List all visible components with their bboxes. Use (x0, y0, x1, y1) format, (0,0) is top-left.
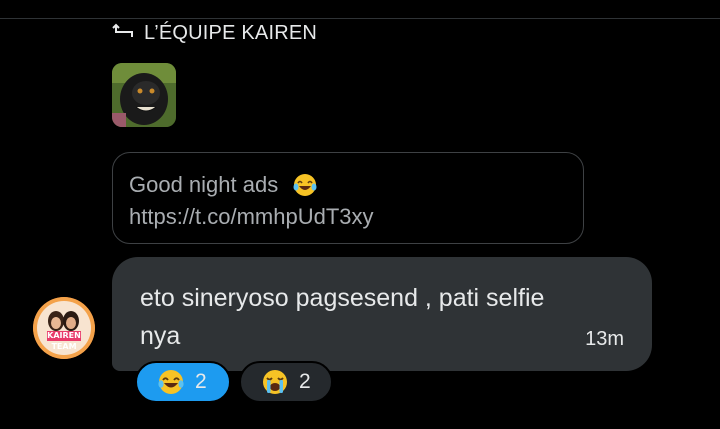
reactions-bar: 2 2 (135, 361, 333, 403)
reaction-count: 2 (299, 370, 311, 393)
quoted-link[interactable]: https://t.co/mmhpUdT3xy (129, 201, 567, 233)
message-text: eto sineryoso pagsesend , pati selfie ny… (140, 284, 545, 350)
laughing-tears-icon (158, 370, 184, 394)
avatar[interactable]: KAIREN TEAM (33, 297, 95, 359)
kairen-team-avatar-icon: KAIREN TEAM (33, 297, 95, 359)
reaction-crying[interactable]: 2 (239, 361, 333, 403)
quoted-text-line: Good night ads (129, 169, 567, 201)
reply-arrow-icon (112, 23, 133, 37)
laughing-tears-icon (293, 174, 317, 196)
reply-sender-name: L’ÉQUIPE KAIREN (144, 21, 318, 44)
top-divider (0, 18, 720, 19)
quoted-message[interactable]: Good night ads https://t.co/mmhpUdT3xy (112, 152, 584, 244)
svg-text:KAIREN: KAIREN (47, 331, 81, 340)
loudly-crying-icon (263, 370, 287, 394)
monkey-photo-icon (112, 63, 176, 127)
reply-image-thumbnail[interactable] (112, 63, 176, 127)
reply-header: L’ÉQUIPE KAIREN (112, 18, 317, 48)
message-timestamp: 13m (585, 328, 624, 350)
reaction-laughing[interactable]: 2 (135, 361, 231, 403)
svg-text:TEAM: TEAM (51, 342, 76, 351)
reaction-count: 2 (195, 370, 207, 393)
quoted-text: Good night ads (129, 172, 279, 197)
message-bubble[interactable]: eto sineryoso pagsesend , pati selfie ny… (112, 257, 652, 371)
